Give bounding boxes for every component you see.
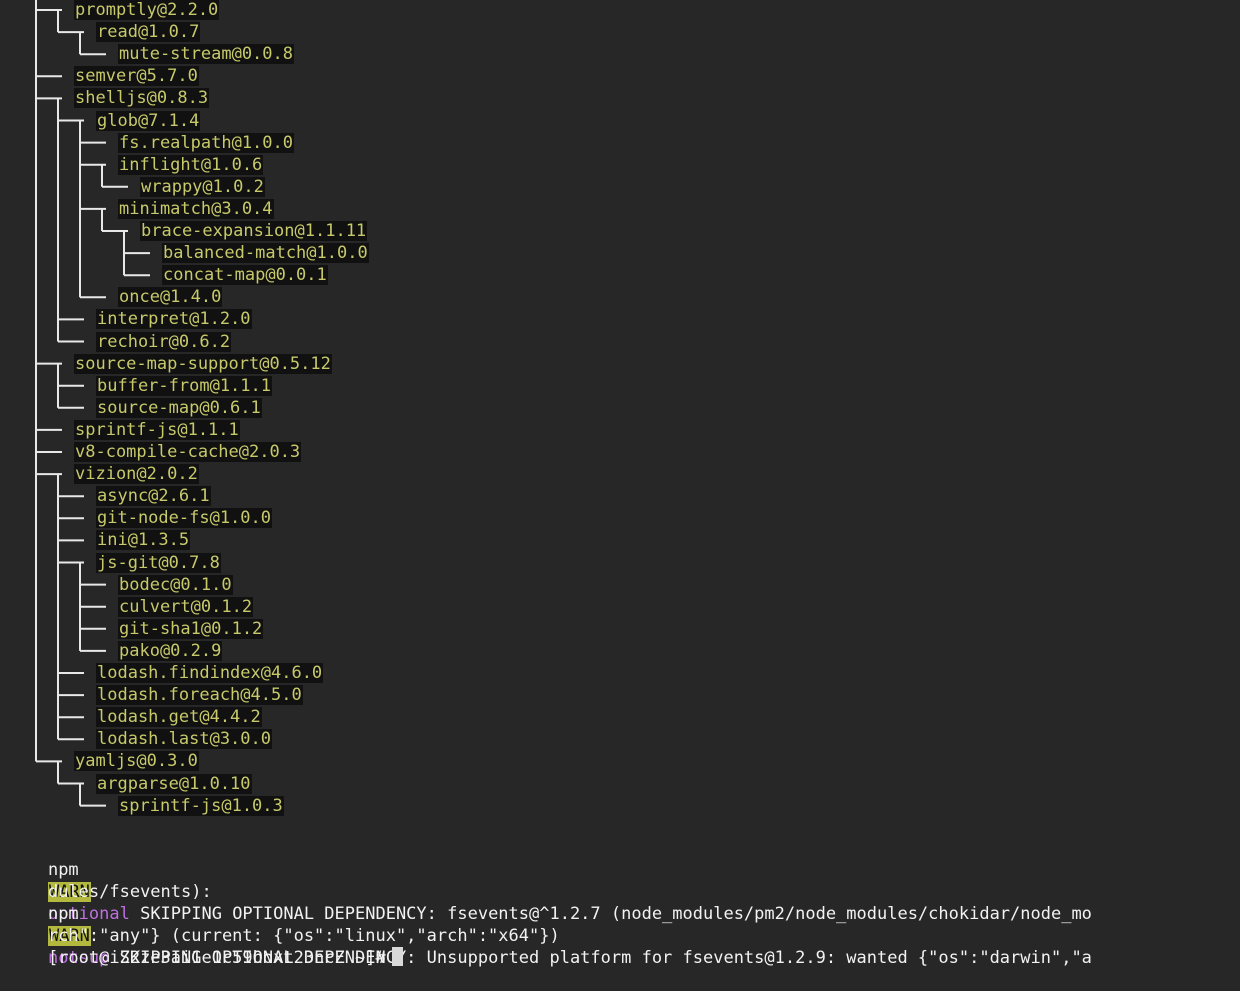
package-name: minimatch@3.0.4: [118, 198, 274, 219]
tree-node: fs.realpath@1.0.0: [118, 132, 294, 154]
package-name: git-sha1@0.1.2: [118, 618, 264, 639]
tree-node: js-git@0.7.8: [96, 552, 221, 574]
package-name: concat-map@0.0.1: [162, 265, 328, 286]
package-name: buffer-from@1.1.1: [96, 375, 272, 396]
package-name: brace-expansion@1.1.11: [140, 221, 368, 241]
tree-node: brace-expansion@1.1.11: [140, 220, 368, 242]
tree-node: argparse@1.0.10: [96, 773, 252, 795]
tree-node: wrappy@1.0.2: [140, 176, 265, 198]
package-name: wrappy@1.0.2: [140, 176, 265, 197]
tree-node: minimatch@3.0.4: [118, 198, 274, 220]
package-name: promptly@2.2.0: [74, 0, 220, 20]
package-name: culvert@0.1.2: [118, 596, 254, 617]
package-name: fs.realpath@1.0.0: [118, 132, 294, 153]
tree-node: pako@0.2.9: [118, 640, 223, 662]
tree-node: rechoir@0.6.2: [96, 331, 232, 353]
tree-node: lodash.get@4.4.2: [96, 706, 262, 728]
package-name: interpret@1.2.0: [96, 309, 252, 330]
package-name: lodash.foreach@4.5.0: [96, 685, 303, 706]
tree-node: interpret@1.2.0: [96, 308, 252, 330]
package-name: ini@1.3.5: [96, 530, 191, 551]
prompt-text: [root@iZ2ze3ai1e1c59hoxt23ncZ ~]#: [47, 948, 386, 968]
package-name: argparse@1.0.10: [96, 773, 252, 794]
package-name: semver@5.7.0: [74, 66, 199, 87]
tree-node: async@2.6.1: [96, 485, 211, 507]
package-name: async@2.6.1: [96, 486, 211, 507]
tree-node: sprintf-js@1.0.3: [118, 795, 284, 817]
package-name: glob@7.1.4: [96, 110, 201, 131]
tree-node: concat-map@0.0.1: [162, 264, 328, 286]
package-name: bodec@0.1.0: [118, 574, 233, 595]
package-name: lodash.last@3.0.0: [96, 729, 272, 750]
log-line-2: dules/fsevents):: [7, 859, 212, 902]
package-name: sprintf-js@1.1.1: [74, 419, 240, 440]
tree-node: promptly@2.2.0: [74, 0, 220, 21]
tree-node: vizion@2.0.2: [74, 463, 199, 485]
package-name: rechoir@0.6.2: [96, 331, 232, 352]
package-name: yamljs@0.3.0: [74, 751, 199, 772]
package-name: sprintf-js@1.0.3: [118, 795, 284, 816]
package-name: mute-stream@0.0.8: [118, 44, 294, 65]
tree-node: v8-compile-cache@2.0.3: [74, 441, 302, 463]
tree-node: glob@7.1.4: [96, 110, 201, 132]
log-line-4: rch":"any"} (current: {"os":"linux","arc…: [7, 903, 560, 946]
shell-prompt[interactable]: [root@iZ2ze3ai1e1c59hoxt23ncZ ~]#: [7, 925, 403, 968]
tree-node: bodec@0.1.0: [118, 574, 233, 596]
tree-node: git-node-fs@1.0.0: [96, 507, 272, 529]
package-name: source-map-support@0.5.12: [74, 353, 332, 374]
package-name: inflight@1.0.6: [118, 154, 264, 175]
tree-node: mute-stream@0.0.8: [118, 43, 294, 65]
log-line-1: npm WARN optional SKIPPING OPTIONAL DEPE…: [7, 837, 1092, 924]
package-name: lodash.get@4.4.2: [96, 707, 262, 728]
package-name: js-git@0.7.8: [96, 552, 221, 573]
tree-node: lodash.last@3.0.0: [96, 728, 272, 750]
package-name: git-node-fs@1.0.0: [96, 508, 272, 529]
log-line-3: npm WARN notsup SKIPPING OPTIONAL DEPEND…: [7, 881, 1092, 968]
tree-node: lodash.foreach@4.5.0: [96, 684, 303, 706]
tree-node: buffer-from@1.1.1: [96, 375, 272, 397]
tree-node: culvert@0.1.2: [118, 596, 254, 618]
tree-node: semver@5.7.0: [74, 65, 199, 87]
package-name: vizion@2.0.2: [74, 464, 199, 485]
package-name: balanced-match@1.0.0: [162, 243, 369, 264]
tree-node: inflight@1.0.6: [118, 154, 264, 176]
tree-node: yamljs@0.3.0: [74, 750, 199, 772]
package-name: pako@0.2.9: [118, 640, 223, 661]
tree-node: once@1.4.0: [118, 286, 223, 308]
tree-node: lodash.findindex@4.6.0: [96, 662, 324, 684]
tree-node: git-sha1@0.1.2: [118, 618, 264, 640]
terminal-window[interactable]: promptly@2.2.0 read@1.0.7 mute-stream@0.0.…: [0, 0, 1240, 968]
package-name: shelljs@0.8.3: [74, 88, 210, 109]
package-name: lodash.findindex@4.6.0: [96, 663, 324, 683]
tree-node: balanced-match@1.0.0: [162, 242, 369, 264]
tree-node: source-map@0.6.1: [96, 397, 262, 419]
package-name: v8-compile-cache@2.0.3: [74, 442, 302, 462]
tree-node: shelljs@0.8.3: [74, 87, 210, 109]
tree-node: source-map-support@0.5.12: [74, 353, 332, 375]
package-name: read@1.0.7: [96, 22, 201, 43]
package-name: once@1.4.0: [118, 287, 223, 308]
tree-node: sprintf-js@1.1.1: [74, 419, 240, 441]
tree-node: ini@1.3.5: [96, 529, 191, 551]
package-name: source-map@0.6.1: [96, 397, 262, 418]
tree-node: read@1.0.7: [96, 21, 201, 43]
